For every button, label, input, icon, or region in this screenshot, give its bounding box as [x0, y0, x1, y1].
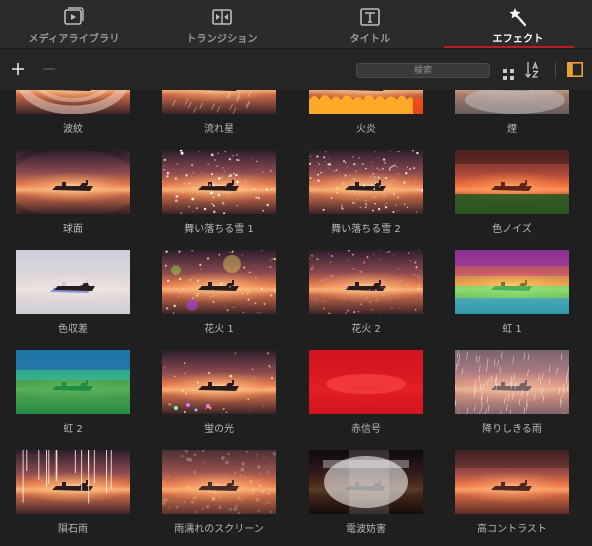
effect-thumbnail	[455, 90, 569, 114]
media-library-icon	[63, 7, 85, 27]
effect-item-fireworks1[interactable]: 花火 1	[146, 250, 292, 350]
tab-label: エフェクト	[492, 34, 544, 45]
effect-label: 花火 2	[351, 324, 381, 335]
effects-row: 隕石雨 雨濡れのスクリーン 電波妨害 高コントラスト	[0, 450, 592, 546]
effect-label: 流れ星	[204, 124, 234, 135]
effect-thumbnail	[16, 250, 130, 314]
effect-thumbnail	[455, 350, 569, 414]
toolbar	[0, 49, 592, 90]
effect-item-meteor-rain[interactable]: 隕石雨	[0, 450, 146, 546]
effect-label: 降りしきる雨	[482, 424, 542, 435]
tab-title[interactable]: タイトル	[296, 0, 444, 48]
effect-label: 色ノイズ	[492, 224, 532, 235]
effect-label: 球面	[63, 224, 83, 235]
effect-label: 虹 1	[502, 324, 522, 335]
effect-label: 舞い落ちる雪 1	[184, 224, 254, 235]
effect-label: 雨濡れのスクリーン	[174, 524, 264, 535]
active-tab-indicator	[444, 46, 574, 48]
effect-thumbnail	[16, 450, 130, 514]
transition-icon	[211, 7, 233, 27]
effects-row: 色収差 花火 1 花火 2 虹 1	[0, 250, 592, 350]
effect-item-heavy-rain[interactable]: 降りしきる雨	[439, 350, 585, 450]
effect-item-wet-screen[interactable]: 雨濡れのスクリーン	[146, 450, 292, 546]
tab-effect[interactable]: エフェクト	[444, 0, 592, 48]
grid-view-icon[interactable]	[503, 65, 514, 80]
effect-item-color-noise[interactable]: 色ノイズ	[439, 150, 585, 250]
effect-thumbnail	[162, 450, 276, 514]
effect-label: 花火 1	[204, 324, 234, 335]
effect-label: 虹 2	[63, 424, 83, 435]
effect-label: 電波妨害	[346, 524, 386, 535]
effect-item-snow1[interactable]: 舞い落ちる雪 1	[146, 150, 292, 250]
effect-item-sphere[interactable]: 球面	[0, 150, 146, 250]
effect-thumbnail	[162, 350, 276, 414]
effect-label: 波紋	[63, 124, 83, 135]
effect-thumbnail	[162, 90, 276, 114]
effect-thumbnail	[162, 150, 276, 214]
effect-label: 赤信号	[351, 424, 381, 435]
tab-bar: メディアライブラリ トランジション タイトル エフェクト	[0, 0, 592, 49]
title-icon	[359, 7, 381, 27]
effect-item-snow2[interactable]: 舞い落ちる雪 2	[293, 150, 439, 250]
effect-wand-icon	[507, 7, 529, 27]
effect-thumbnail	[455, 150, 569, 214]
effect-thumbnail	[309, 150, 423, 214]
effect-item-chromatic[interactable]: 色収差	[0, 250, 146, 350]
effect-thumbnail	[455, 450, 569, 514]
effect-label: 高コントラスト	[477, 524, 547, 535]
minus-icon[interactable]	[41, 61, 57, 77]
effect-thumbnail	[162, 250, 276, 314]
toolbar-divider	[555, 62, 556, 78]
effect-thumbnail	[309, 90, 423, 114]
effect-thumbnail	[309, 250, 423, 314]
effect-item-fireworks2[interactable]: 花火 2	[293, 250, 439, 350]
effect-item-interference[interactable]: 電波妨害	[293, 450, 439, 546]
effect-item-rainbow2[interactable]: 虹 2	[0, 350, 146, 450]
effect-label: 火炎	[356, 124, 376, 135]
effect-thumbnail	[16, 150, 130, 214]
tab-label: タイトル	[349, 34, 391, 45]
effect-item-firefly[interactable]: 蛍の光	[146, 350, 292, 450]
effect-thumbnail	[16, 350, 130, 414]
tab-label: トランジション	[186, 34, 258, 45]
effect-thumbnail	[455, 250, 569, 314]
effect-label: 煙	[507, 124, 517, 135]
effect-item-rainbow1[interactable]: 虹 1	[439, 250, 585, 350]
effect-item-red-signal[interactable]: 赤信号	[293, 350, 439, 450]
sort-az-icon[interactable]	[525, 61, 541, 79]
effect-label: 色収差	[58, 324, 88, 335]
effects-row: 球面 舞い落ちる雪 1 舞い落ちる雪 2 色ノイズ	[0, 150, 592, 250]
effects-grid: 波紋 流れ星 火炎 煙 球面 舞い落ちる雪 1 舞い落ちる雪 2 色ノイズ 色収…	[0, 90, 592, 546]
panel-toggle-icon[interactable]	[567, 62, 583, 77]
tab-transition[interactable]: トランジション	[148, 0, 296, 48]
search-input[interactable]	[356, 63, 490, 78]
effect-item-high-contrast[interactable]: 高コントラスト	[439, 450, 585, 546]
effect-thumbnail	[16, 90, 130, 114]
tab-media-library[interactable]: メディアライブラリ	[0, 0, 148, 48]
effect-label: 隕石雨	[58, 524, 88, 535]
tab-label: メディアライブラリ	[28, 34, 120, 45]
effect-thumbnail	[309, 350, 423, 414]
effect-label: 舞い落ちる雪 2	[331, 224, 401, 235]
effects-row: 虹 2 蛍の光 赤信号 降りしきる雨	[0, 350, 592, 450]
effect-label: 蛍の光	[204, 424, 234, 435]
plus-icon[interactable]	[10, 61, 26, 77]
effect-thumbnail	[309, 450, 423, 514]
